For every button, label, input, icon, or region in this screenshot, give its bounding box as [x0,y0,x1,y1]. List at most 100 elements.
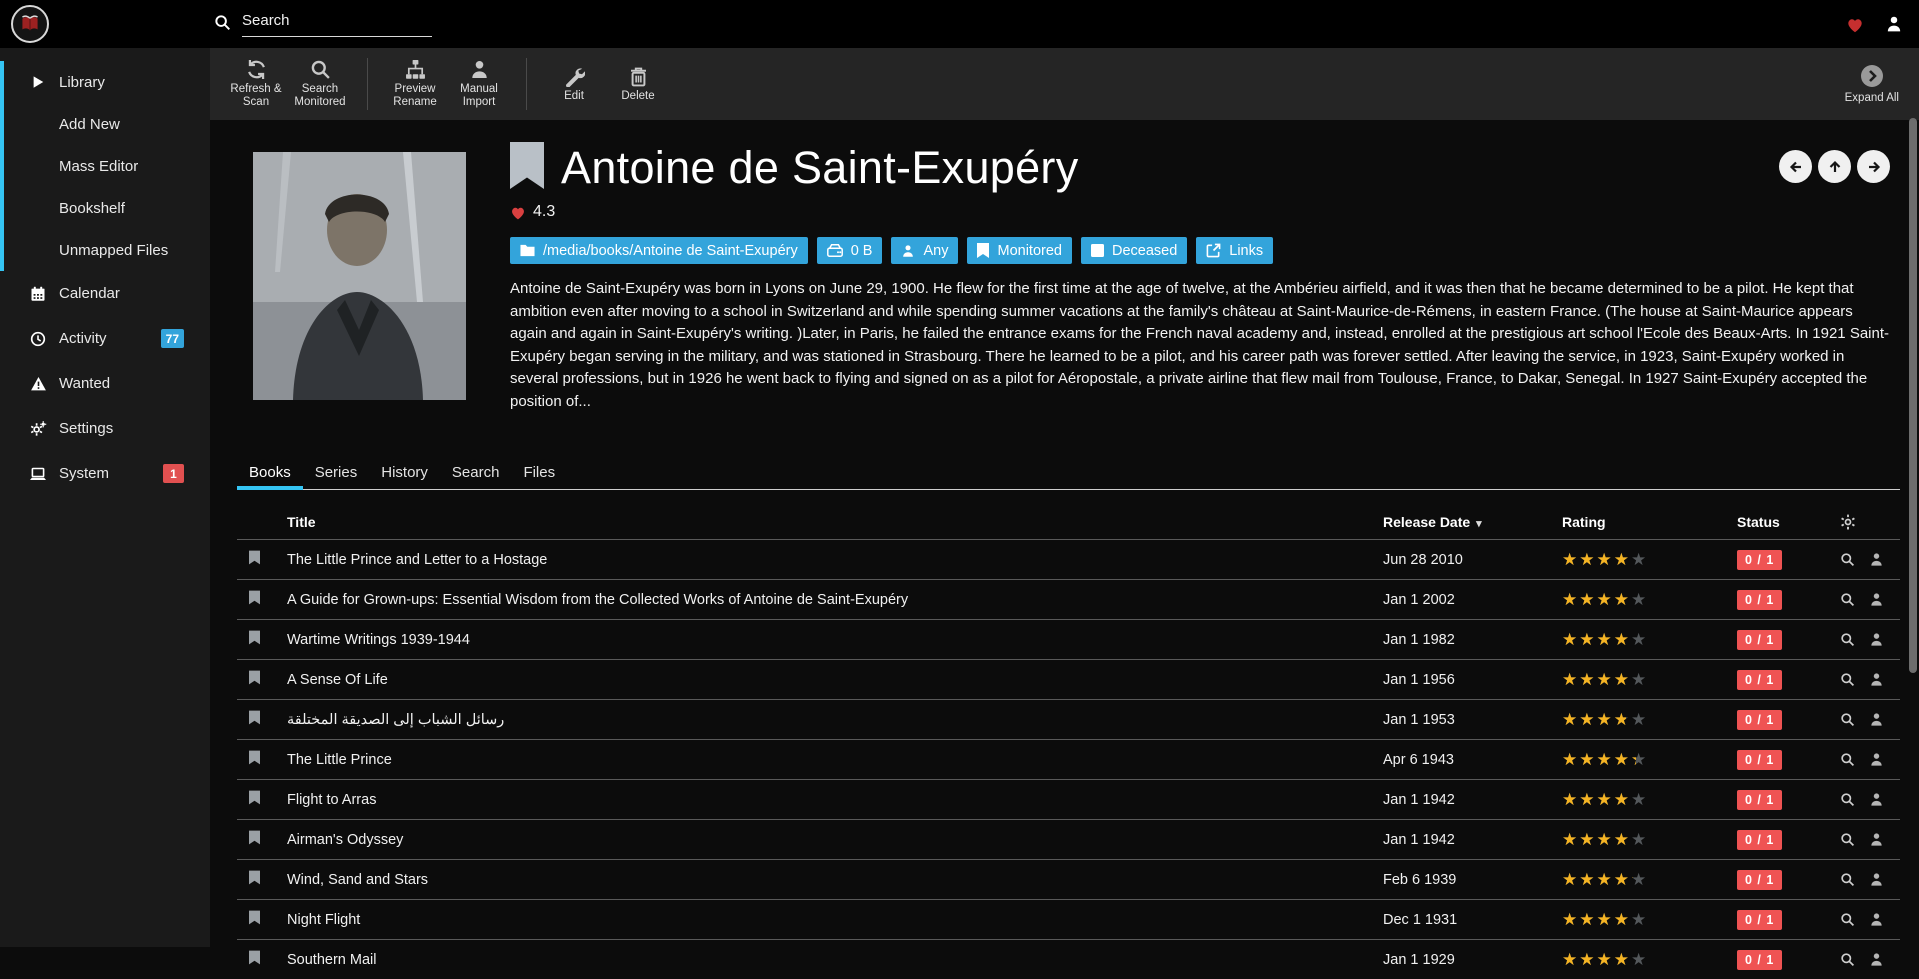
interactive-search-icon[interactable] [1869,752,1884,767]
toolbar-button-label: PreviewRename [393,83,436,109]
interactive-search-icon[interactable] [1869,832,1884,847]
search-book-icon[interactable] [1840,792,1855,807]
bookmark-icon[interactable] [249,790,260,809]
bookmark-icon[interactable] [249,590,260,609]
trash-icon [628,66,649,87]
interactive-search-icon[interactable] [1869,792,1884,807]
interactive-search-icon[interactable] [1869,552,1884,567]
header-rating[interactable]: Rating [1562,514,1737,530]
search-book-icon[interactable] [1840,752,1855,767]
quality-profile-chip[interactable]: Any [891,237,958,264]
manual-import-button[interactable]: ManualImport [447,59,511,109]
bookmark-icon[interactable] [249,750,260,769]
tab-books[interactable]: Books [237,456,303,489]
sidebar-item-unmapped-files[interactable]: Unmapped Files [0,229,210,271]
interactive-search-icon[interactable] [1869,872,1884,887]
tab-history[interactable]: History [369,456,440,489]
tab-files[interactable]: Files [511,456,567,489]
bookmark-icon[interactable] [249,910,260,929]
rating-stars: ★★★★★★★★★★ [1562,631,1737,649]
bookmark-icon[interactable] [249,670,260,689]
bookmark-icon[interactable] [249,870,260,889]
search-book-icon[interactable] [1840,952,1855,967]
table-row: A Guide for Grown-ups: Essential Wisdom … [237,579,1900,619]
page-scrollbar[interactable] [1909,118,1917,673]
status-badge: 0 / 1 [1737,590,1782,610]
toolbar-button-label: ManualImport [460,83,498,109]
interactive-search-icon[interactable] [1869,712,1884,727]
book-title-link[interactable]: Southern Mail [287,952,1383,968]
interactive-search-icon[interactable] [1869,592,1884,607]
search-monitored-button[interactable]: SearchMonitored [288,59,352,109]
bookmark-icon[interactable] [249,550,260,569]
user-account-icon[interactable] [1885,15,1903,33]
search-input[interactable] [242,12,432,37]
bookmark-icon[interactable] [249,710,260,729]
tab-series[interactable]: Series [303,456,370,489]
links-chip[interactable]: Links [1196,237,1273,264]
interactive-search-icon[interactable] [1869,672,1884,687]
search-book-icon[interactable] [1840,912,1855,927]
book-title-link[interactable]: The Little Prince [287,752,1383,768]
external-link-icon [1206,243,1221,258]
book-title-link[interactable]: Wartime Writings 1939-1944 [287,632,1383,648]
table-row: The Little Prince Apr 6 1943 ★★★★★★★★★★ … [237,739,1900,779]
sidebar-item-label: Wanted [59,375,110,392]
sidebar-item-bookshelf[interactable]: Bookshelf [0,187,210,229]
interactive-search-icon[interactable] [1869,632,1884,647]
preview-rename-button[interactable]: PreviewRename [383,59,447,109]
donate-heart-icon[interactable] [1846,16,1864,33]
tab-search[interactable]: Search [440,456,512,489]
folder-icon [520,244,535,257]
readarr-logo[interactable] [11,5,49,43]
edit-button[interactable]: Edit [542,66,606,103]
book-title-link[interactable]: A Sense Of Life [287,672,1383,688]
search-book-icon[interactable] [1840,672,1855,687]
header-status[interactable]: Status [1737,514,1840,530]
bookmark-icon[interactable] [249,630,260,649]
release-date: Jan 1 2002 [1383,592,1562,608]
search-book-icon[interactable] [1840,552,1855,567]
sitemap-icon [405,59,426,80]
book-title-link[interactable]: Night Flight [287,912,1383,928]
book-title-link[interactable]: رسائل الشباب إلى الصديقة المختلقة [287,712,1383,728]
table-options-gear-icon[interactable] [1840,514,1856,530]
sidebar-item-activity[interactable]: Activity 77 [0,316,210,361]
system-health-badge: 1 [163,464,184,483]
monitored-chip[interactable]: Monitored [967,237,1071,264]
interactive-search-icon[interactable] [1869,952,1884,967]
sidebar-item-system[interactable]: System 1 [0,451,210,496]
table-row: Southern Mail Jan 1 1929 ★★★★★★★★★★ 0 / … [237,939,1900,979]
search-book-icon[interactable] [1840,712,1855,727]
book-title-link[interactable]: The Little Prince and Letter to a Hostag… [287,552,1383,568]
sidebar-item-label: Settings [59,420,113,437]
book-title-link[interactable]: Airman's Odyssey [287,832,1383,848]
search-book-icon[interactable] [1840,832,1855,847]
path-chip[interactable]: /media/books/Antoine de Saint-Exupéry [510,237,808,264]
search-book-icon[interactable] [1840,632,1855,647]
refresh-scan-button[interactable]: Refresh &Scan [224,59,288,109]
sidebar-item-mass-editor[interactable]: Mass Editor [0,145,210,187]
sidebar-item-calendar[interactable]: Calendar [0,271,210,316]
header-release-date[interactable]: Release Date▾ [1383,514,1562,530]
warning-icon [29,375,47,393]
book-title-link[interactable]: Flight to Arras [287,792,1383,808]
bookmark-icon[interactable] [249,950,260,969]
book-title-link[interactable]: A Guide for Grown-ups: Essential Wisdom … [287,592,1383,608]
search-book-icon[interactable] [1840,592,1855,607]
header-title[interactable]: Title [287,514,1383,530]
sidebar-item-wanted[interactable]: Wanted [0,361,210,406]
delete-button[interactable]: Delete [606,66,670,103]
sidebar-item-settings[interactable]: Settings [0,406,210,451]
monitored-bookmark-icon[interactable] [510,142,544,189]
person-icon [469,59,490,80]
search-book-icon[interactable] [1840,872,1855,887]
bookmark-icon[interactable] [249,830,260,849]
sidebar-item-library[interactable]: Library [0,61,210,103]
size-chip[interactable]: 0 B [817,237,883,264]
expand-all-button[interactable]: Expand All [1845,64,1899,105]
sidebar-item-add-new[interactable]: Add New [0,103,210,145]
interactive-search-icon[interactable] [1869,912,1884,927]
status-deceased-chip[interactable]: Deceased [1081,237,1187,264]
book-title-link[interactable]: Wind, Sand and Stars [287,872,1383,888]
